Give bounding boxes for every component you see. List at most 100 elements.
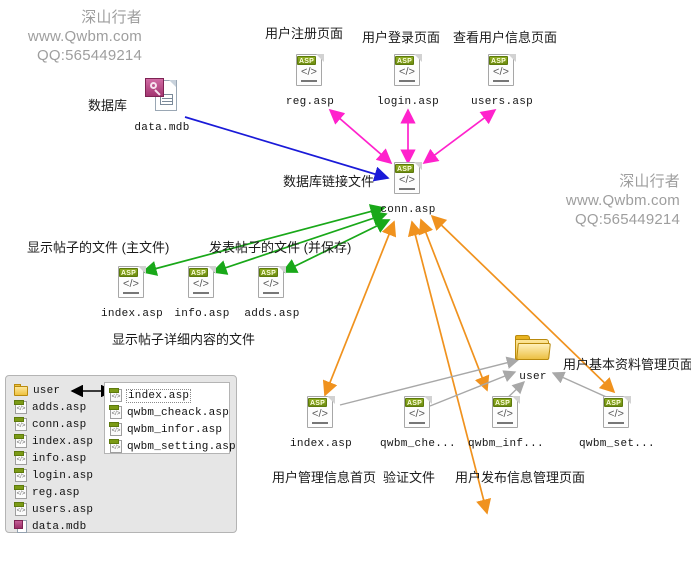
node-database[interactable]: data.mdb <box>118 78 206 134</box>
asp-file-icon: ASP </> <box>488 54 516 88</box>
caption-conn: 数据库链接文件 <box>283 174 375 189</box>
node-filename: login.asp <box>376 96 440 108</box>
list-item-label: qwbm_infor.asp <box>127 423 223 436</box>
asp-file-icon: ASP </> <box>394 54 422 88</box>
caption-reg: 用户注册页面 <box>265 26 344 41</box>
asp-file-icon: ASP </> <box>404 396 432 430</box>
list-item[interactable]: user <box>14 382 118 399</box>
list-item[interactable]: data.mdb <box>14 518 118 535</box>
node-login[interactable]: ASP </> login.asp <box>364 54 452 108</box>
node-filename: qwbm_set... <box>579 438 655 450</box>
node-filename: user <box>519 371 547 383</box>
node-bbs-adds[interactable]: ASP </> adds.asp <box>228 266 316 320</box>
asp-file-icon: </> <box>14 400 28 415</box>
caption-user-cheack: 验证文件 <box>383 470 436 485</box>
folder-icon <box>515 333 551 363</box>
list-item-label: reg.asp <box>32 486 80 499</box>
list-item[interactable]: </> index.asp <box>14 433 118 450</box>
list-item[interactable]: </> info.asp <box>14 450 118 467</box>
asp-file-icon: </> <box>109 388 123 403</box>
node-filename: conn.asp <box>380 204 436 216</box>
asp-file-icon: ASP </> <box>603 396 631 430</box>
list-item[interactable]: </> conn.asp <box>14 416 118 433</box>
list-item-label: login.asp <box>32 469 94 482</box>
link-conn-to-reg <box>328 108 393 165</box>
node-conn[interactable]: ASP </> conn.asp <box>364 162 452 216</box>
node-user-index[interactable]: ASP </> index.asp <box>277 396 365 450</box>
link-database-to-conn <box>184 116 390 182</box>
list-item[interactable]: </> qwbm_setting.asp <box>109 438 236 455</box>
legend-root-list: user </> adds.asp </> conn.asp </> index… <box>14 382 118 535</box>
caption-user-index: 用户管理信息首页 <box>272 470 377 485</box>
watermark-qq: QQ:565449214 <box>37 47 142 64</box>
watermark-brand: 深山行者 <box>619 173 680 190</box>
asp-file-icon: </> <box>109 405 123 420</box>
list-item-label: qwbm_cheack.asp <box>127 406 230 419</box>
list-item[interactable]: </> users.asp <box>14 501 118 518</box>
asp-file-icon: </> <box>109 439 123 454</box>
watermark-site: www.Qwbm.com <box>27 28 142 45</box>
asp-file-icon: ASP </> <box>394 162 422 196</box>
list-item-label: user <box>33 384 61 397</box>
legend-user-folder-list: </> index.asp </> qwbm_cheack.asp </> qw… <box>104 382 236 455</box>
list-item-label: index.asp <box>126 388 192 403</box>
folder-icon <box>14 384 29 397</box>
caption-users: 查看用户信息页面 <box>453 30 558 45</box>
asp-file-icon: </> <box>14 417 28 432</box>
node-filename: qwbm_inf... <box>468 438 544 450</box>
list-item-label: qwbm_setting.asp <box>127 440 236 453</box>
watermark-brand: 深山行者 <box>81 9 142 26</box>
caption-user-setting: 用户基本资料管理页面 <box>563 357 691 372</box>
mdb-file-icon <box>14 519 28 534</box>
asp-file-icon: ASP </> <box>188 266 216 300</box>
node-users[interactable]: ASP </> users.asp <box>458 54 546 108</box>
list-item[interactable]: </> index.asp <box>109 387 229 404</box>
list-item[interactable]: </> qwbm_infor.asp <box>109 421 229 438</box>
list-item-label: adds.asp <box>32 401 87 414</box>
watermark-left: 深山行者 www.Qwbm.com QQ:565449214 <box>0 8 142 65</box>
watermark-qq: QQ:565449214 <box>575 211 680 228</box>
watermark-right: 深山行者 www.Qwbm.com QQ:565449214 <box>520 172 680 229</box>
node-filename: index.asp <box>289 438 353 450</box>
asp-file-icon: ASP </> <box>258 266 286 300</box>
list-item-label: data.mdb <box>32 520 87 533</box>
link-conn-to-user-infor <box>418 218 490 392</box>
node-user-folder[interactable]: user <box>489 333 577 383</box>
caption-bbs-index: 显示帖子的文件 (主文件) <box>27 240 170 255</box>
list-item[interactable]: </> qwbm_cheack.asp <box>109 404 229 421</box>
file-tree-legend: user </> adds.asp </> conn.asp </> index… <box>5 375 237 533</box>
list-item-label: info.asp <box>32 452 87 465</box>
asp-file-icon: </> <box>14 468 28 483</box>
watermark-site: www.Qwbm.com <box>565 192 680 209</box>
node-reg[interactable]: ASP </> reg.asp <box>266 54 354 108</box>
caption-bbs-adds: 发表帖子的文件 (并保存) <box>209 240 352 255</box>
diagram-canvas: 深山行者 www.Qwbm.com QQ:565449214 深山行者 www.… <box>0 0 691 568</box>
list-item[interactable]: </> adds.asp <box>14 399 118 416</box>
asp-file-icon: ASP </> <box>307 396 335 430</box>
node-filename: data.mdb <box>134 122 190 134</box>
node-filename: adds.asp <box>244 308 300 320</box>
asp-file-icon: </> <box>14 434 28 449</box>
node-filename: reg.asp <box>285 96 335 108</box>
link-conn-to-users <box>422 108 497 165</box>
node-filename: qwbm_che... <box>380 438 456 450</box>
list-item-label: users.asp <box>32 503 94 516</box>
node-user-infor[interactable]: ASP </> qwbm_inf... <box>462 396 550 450</box>
caption-bbs-info: 显示帖子详细内容的文件 <box>112 332 256 347</box>
list-item-label: conn.asp <box>32 418 87 431</box>
asp-file-icon: ASP </> <box>296 54 324 88</box>
asp-file-icon: </> <box>109 422 123 437</box>
caption-user-infor: 用户发布信息管理页面 <box>455 470 586 485</box>
list-item[interactable]: </> reg.asp <box>14 484 118 501</box>
list-item-label: index.asp <box>32 435 94 448</box>
node-user-cheack[interactable]: ASP </> qwbm_che... <box>374 396 462 450</box>
asp-file-icon: </> <box>14 451 28 466</box>
node-user-setting[interactable]: ASP </> qwbm_set... <box>573 396 661 450</box>
asp-file-icon: </> <box>14 485 28 500</box>
asp-file-icon: ASP </> <box>118 266 146 300</box>
node-filename: users.asp <box>470 96 534 108</box>
list-item[interactable]: </> login.asp <box>14 467 118 484</box>
caption-login: 用户登录页面 <box>362 30 441 45</box>
asp-file-icon: ASP </> <box>492 396 520 430</box>
mdb-file-icon <box>145 78 179 114</box>
